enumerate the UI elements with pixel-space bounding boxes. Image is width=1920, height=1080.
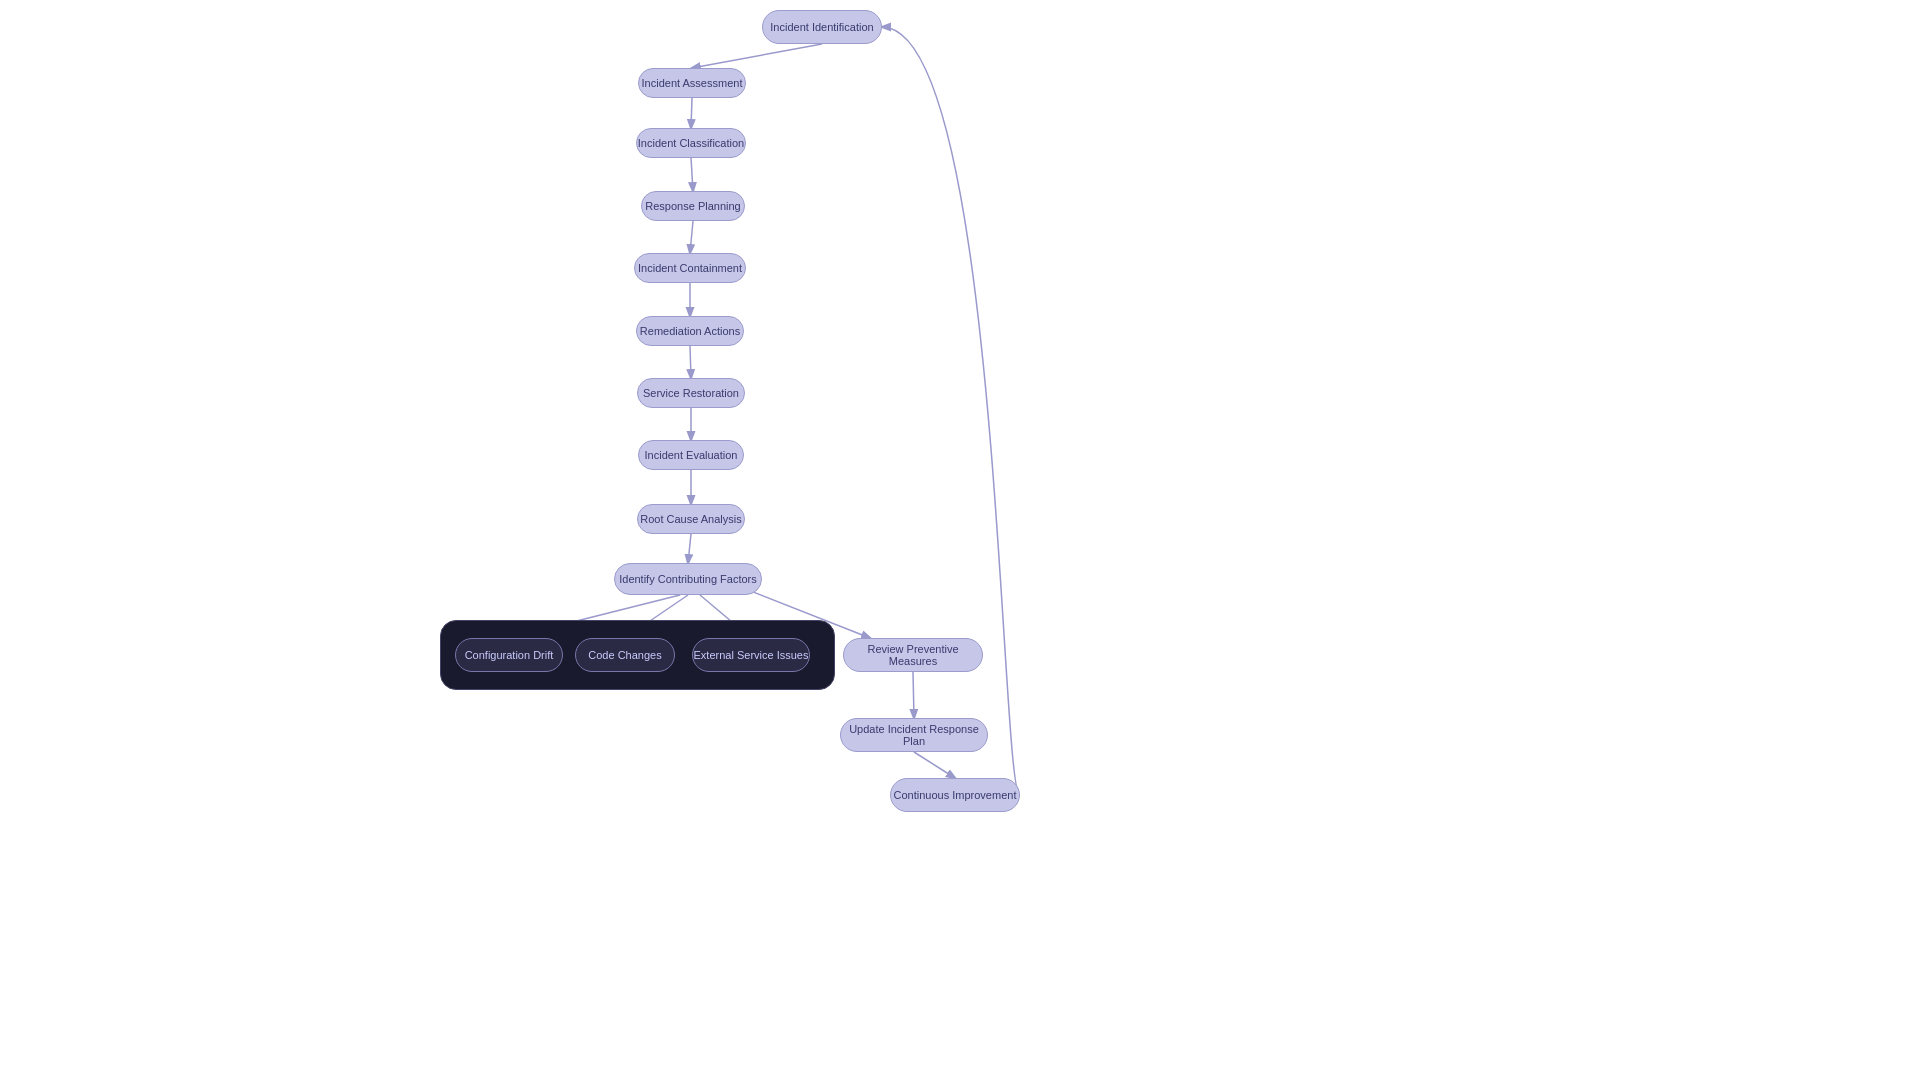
configuration-drift-node[interactable]: Configuration Drift: [455, 638, 563, 672]
incident-evaluation-label: Incident Evaluation: [645, 449, 738, 461]
incident-identification-label: Incident Identification: [770, 21, 873, 33]
incident-assessment-node[interactable]: Incident Assessment: [638, 68, 746, 98]
root-cause-analysis-node[interactable]: Root Cause Analysis: [637, 504, 745, 534]
review-preventive-node[interactable]: Review Preventive Measures: [843, 638, 983, 672]
arrow-4: [690, 221, 693, 253]
incident-containment-label: Incident Containment: [638, 262, 742, 274]
incident-evaluation-node[interactable]: Incident Evaluation: [638, 440, 744, 470]
code-changes-label: Code Changes: [588, 649, 661, 661]
arrow-14: [913, 672, 914, 718]
external-service-issues-label: External Service Issues: [694, 649, 809, 661]
flowchart: Incident Identification Incident Assessm…: [0, 0, 1920, 1080]
flowchart-svg: [0, 0, 1920, 1080]
remediation-actions-label: Remediation Actions: [640, 325, 740, 337]
incident-identification-node[interactable]: Incident Identification: [762, 10, 882, 44]
remediation-actions-node[interactable]: Remediation Actions: [636, 316, 744, 346]
incident-containment-node[interactable]: Incident Containment: [634, 253, 746, 283]
identify-contributing-label: Identify Contributing Factors: [619, 573, 757, 585]
arrow-6: [690, 346, 691, 378]
identify-contributing-node[interactable]: Identify Contributing Factors: [614, 563, 762, 595]
continuous-improvement-label: Continuous Improvement: [894, 789, 1017, 801]
configuration-drift-label: Configuration Drift: [465, 649, 554, 661]
response-planning-node[interactable]: Response Planning: [641, 191, 745, 221]
incident-classification-label: Incident Classification: [638, 137, 744, 149]
service-restoration-node[interactable]: Service Restoration: [637, 378, 745, 408]
arrow-15: [914, 752, 955, 778]
review-preventive-label: Review Preventive Measures: [844, 643, 982, 667]
response-planning-label: Response Planning: [645, 200, 740, 212]
arrow-1: [692, 44, 822, 68]
arrow-9: [688, 534, 691, 563]
update-incident-plan-node[interactable]: Update Incident Response Plan: [840, 718, 988, 752]
incident-assessment-label: Incident Assessment: [642, 77, 743, 89]
continuous-improvement-node[interactable]: Continuous Improvement: [890, 778, 1020, 812]
external-service-issues-node[interactable]: External Service Issues: [692, 638, 810, 672]
service-restoration-label: Service Restoration: [643, 387, 739, 399]
update-incident-plan-label: Update Incident Response Plan: [841, 723, 987, 747]
arrow-2: [691, 98, 692, 128]
code-changes-node[interactable]: Code Changes: [575, 638, 675, 672]
arrow-3: [691, 158, 693, 191]
arrow-loop: [882, 27, 1020, 795]
incident-classification-node[interactable]: Incident Classification: [636, 128, 746, 158]
root-cause-analysis-label: Root Cause Analysis: [640, 513, 742, 525]
